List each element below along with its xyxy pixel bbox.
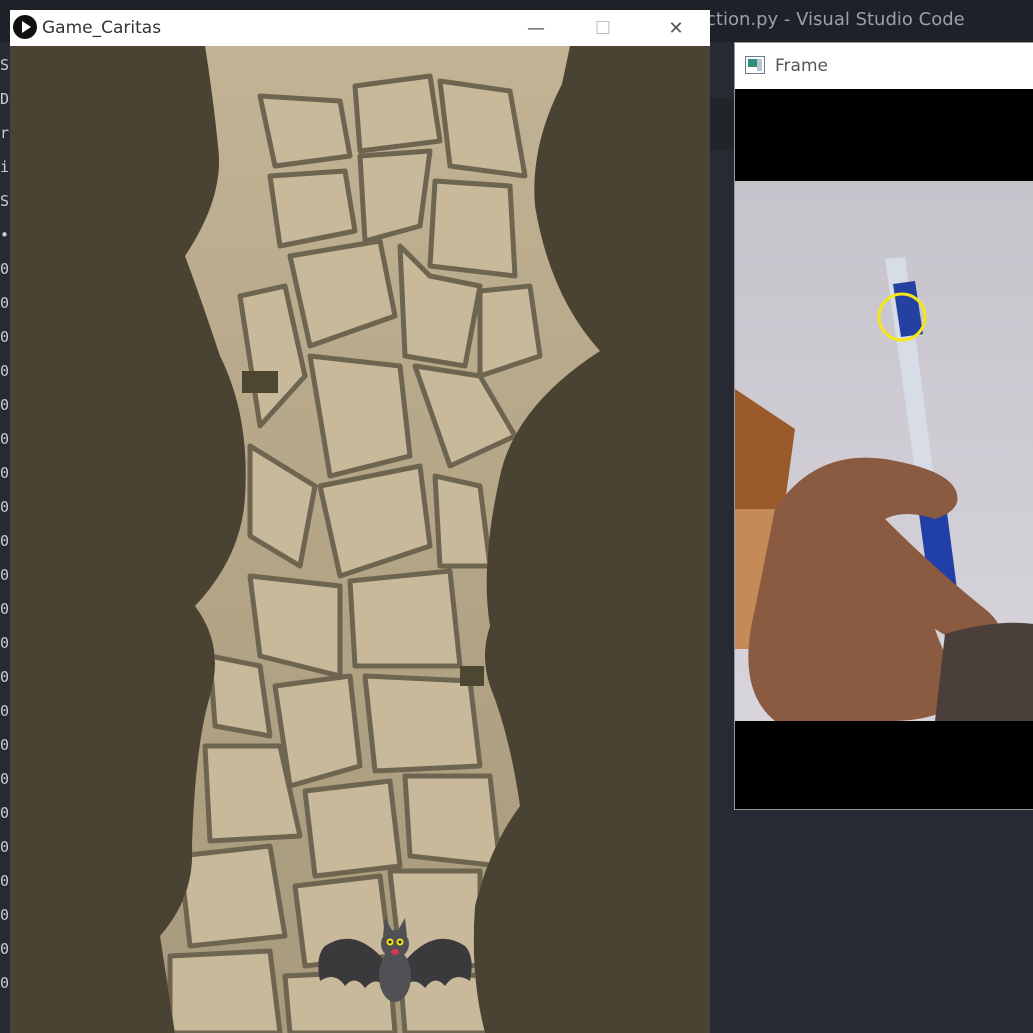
gutter-line: 05 — [0, 702, 10, 720]
gutter-line: 05 — [0, 566, 10, 584]
gutter-line: S — [0, 56, 10, 74]
gutter-line: 01 — [0, 464, 10, 482]
gutter-line: 05 — [0, 668, 10, 686]
gutter-line: 05 — [0, 940, 10, 958]
gutter-line: i — [0, 158, 10, 176]
gutter-line: 01 — [0, 260, 10, 278]
gutter-line: 01 — [0, 430, 10, 448]
minimize-button[interactable]: — — [506, 10, 566, 46]
gutter-line: 05 — [0, 498, 10, 516]
image-window-icon — [745, 56, 765, 74]
gutter-line: 01 — [0, 294, 10, 312]
gutter-line: 05 — [0, 532, 10, 550]
frame-window-title: Frame — [775, 56, 828, 76]
gutter-line: S — [0, 192, 10, 210]
gutter-line: 05 — [0, 634, 10, 652]
gutter-line: 05 — [0, 804, 10, 822]
game-window[interactable]: Game_Caritas — ☐ ✕ — [10, 10, 710, 1033]
gutter-line: • — [0, 226, 10, 244]
gutter-line: 05 — [0, 838, 10, 856]
gutter-line: 05 — [0, 600, 10, 618]
vscode-title: ction.py - Visual Studio Code — [706, 9, 965, 30]
frame-titlebar[interactable]: Frame — [735, 43, 1033, 90]
gutter-line: 05 — [0, 906, 10, 924]
game-titlebar[interactable]: Game_Caritas — ☐ ✕ — [10, 10, 710, 46]
close-button[interactable]: ✕ — [646, 10, 706, 46]
gutter-line: rs — [0, 124, 10, 142]
ledge — [460, 666, 484, 686]
gutter-line: 01 — [0, 362, 10, 380]
play-icon — [13, 15, 37, 39]
ledge — [242, 371, 278, 393]
gutter-line: 05 — [0, 770, 10, 788]
maximize-button[interactable]: ☐ — [573, 10, 633, 46]
gutter-line: 01 — [0, 396, 10, 414]
game-window-title: Game_Caritas — [42, 18, 162, 38]
frame-window[interactable]: Frame — [734, 42, 1033, 810]
gutter-line: De — [0, 90, 10, 108]
code-gutter: SDersiS•01010101010101050505050505050505… — [0, 50, 10, 1033]
camera-feed — [735, 89, 1033, 809]
gutter-line: 01 — [0, 328, 10, 346]
gutter-line: 05 — [0, 736, 10, 754]
gutter-line: 05 — [0, 872, 10, 890]
gutter-line: 05 — [0, 974, 10, 992]
game-canvas[interactable] — [10, 46, 710, 1033]
